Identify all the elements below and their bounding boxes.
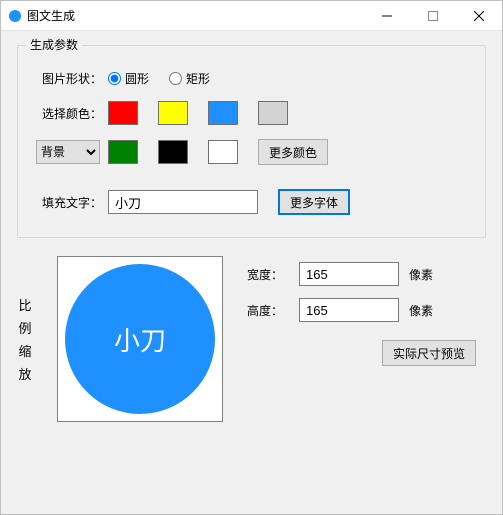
- bg-row: 背景 更多颜色: [36, 139, 467, 165]
- dimensions-panel: 宽度： 像素 高度： 像素 实际尺寸预览: [247, 256, 486, 422]
- titlebar: 图文生成: [1, 1, 502, 31]
- height-row: 高度： 像素: [247, 298, 486, 322]
- radio-circle[interactable]: 圆形: [108, 70, 149, 87]
- close-icon: [474, 11, 484, 21]
- scale-label: 比 例 缩 放: [17, 256, 33, 422]
- preview-circle: 小刀: [65, 264, 215, 414]
- height-unit: 像素: [409, 302, 433, 319]
- app-window: 图文生成 生成参数 图片形状： 圆形 矩形: [0, 0, 503, 515]
- more-fonts-button[interactable]: 更多字体: [278, 189, 350, 215]
- radio-rect-label: 矩形: [186, 70, 210, 87]
- swatch-white[interactable]: [208, 140, 238, 164]
- radio-circle-label: 圆形: [125, 70, 149, 87]
- radio-circle-input[interactable]: [108, 72, 121, 85]
- width-row: 宽度： 像素: [247, 262, 486, 286]
- fill-text-input[interactable]: [108, 190, 258, 214]
- minimize-icon: [382, 11, 392, 21]
- actual-size-preview-button[interactable]: 实际尺寸预览: [382, 340, 476, 366]
- minimize-button[interactable]: [364, 1, 410, 31]
- width-label: 宽度：: [247, 266, 299, 283]
- color-row: 选择颜色：: [36, 101, 467, 125]
- group-legend: 生成参数: [26, 36, 82, 53]
- radio-rect-input[interactable]: [169, 72, 182, 85]
- close-button[interactable]: [456, 1, 502, 31]
- text-label: 填充文字：: [36, 194, 108, 211]
- bg-select[interactable]: 背景: [36, 140, 100, 164]
- width-input[interactable]: [299, 262, 399, 286]
- swatch-red[interactable]: [108, 101, 138, 125]
- preview-box: 小刀: [57, 256, 223, 422]
- swatch-yellow[interactable]: [158, 101, 188, 125]
- app-icon: [9, 10, 21, 22]
- swatch-gray[interactable]: [258, 101, 288, 125]
- preview-text: 小刀: [114, 321, 166, 358]
- window-title: 图文生成: [27, 7, 364, 24]
- swatch-green[interactable]: [108, 140, 138, 164]
- shape-label: 图片形状：: [36, 70, 108, 87]
- bg-swatches: 更多颜色: [108, 139, 328, 165]
- maximize-button[interactable]: [410, 1, 456, 31]
- color-label: 选择颜色：: [36, 105, 108, 122]
- swatch-blue[interactable]: [208, 101, 238, 125]
- text-row: 填充文字： 更多字体: [36, 189, 467, 215]
- content-area: 生成参数 图片形状： 圆形 矩形 选择颜色：: [1, 31, 502, 436]
- radio-rect[interactable]: 矩形: [169, 70, 210, 87]
- height-input[interactable]: [299, 298, 399, 322]
- swatch-black[interactable]: [158, 140, 188, 164]
- shape-row: 图片形状： 圆形 矩形: [36, 70, 467, 87]
- params-group: 生成参数 图片形状： 圆形 矩形 选择颜色：: [17, 45, 486, 238]
- maximize-icon: [428, 11, 438, 21]
- preview-row: 比 例 缩 放 小刀 宽度： 像素 高度： 像素: [17, 256, 486, 422]
- fg-swatches: [108, 101, 288, 125]
- width-unit: 像素: [409, 266, 433, 283]
- height-label: 高度：: [247, 302, 299, 319]
- more-colors-button[interactable]: 更多颜色: [258, 139, 328, 165]
- actions-row: 实际尺寸预览: [247, 340, 486, 366]
